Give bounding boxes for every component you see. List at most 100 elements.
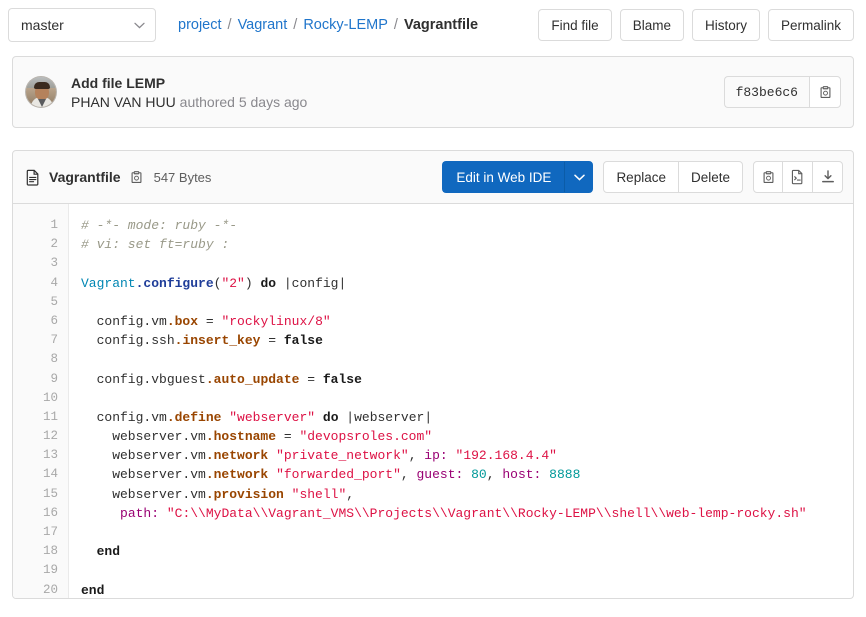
- code-line: webserver.vm.hostname = "devopsroles.com…: [81, 427, 853, 446]
- code-token: "shell": [291, 486, 347, 502]
- commit-author[interactable]: PHAN VAN HUU: [71, 94, 176, 110]
- code-token: # -*- mode: ruby -*-: [81, 218, 238, 233]
- breadcrumb-item-project[interactable]: project: [178, 17, 222, 33]
- breadcrumb: project / Vagrant / Rocky-LEMP / Vagrantfile: [178, 17, 478, 33]
- code-token: =: [198, 313, 222, 329]
- copy-file-contents-button[interactable]: [753, 161, 783, 193]
- line-number[interactable]: 11: [13, 408, 58, 427]
- code-token: .hostname: [205, 429, 277, 445]
- file-size: 547 Bytes: [153, 169, 212, 185]
- commit-message[interactable]: Add file LEMP: [71, 75, 307, 91]
- code-token: config: [81, 313, 144, 329]
- breadcrumb-item-vagrant[interactable]: Vagrant: [238, 17, 288, 33]
- code-line: webserver.vm.network "private_network", …: [81, 446, 853, 465]
- code-token: 8888: [549, 467, 581, 483]
- top-actions: Find file Blame History Permalink: [538, 9, 854, 41]
- delete-button[interactable]: Delete: [678, 161, 743, 193]
- line-number[interactable]: 15: [13, 485, 58, 504]
- code-token: "private_network": [276, 448, 409, 464]
- code-line: config.ssh.insert_key = false: [81, 331, 853, 350]
- copy-sha-button[interactable]: [809, 76, 841, 108]
- code-token: .vm: [182, 448, 206, 464]
- code-token: "rockylinux/8": [221, 313, 331, 329]
- code-token: "192.168.4.4": [455, 448, 557, 464]
- breadcrumb-separator: /: [293, 17, 298, 33]
- file-utility-group: [753, 161, 843, 193]
- edit-in-web-ide-button[interactable]: Edit in Web IDE: [442, 161, 566, 193]
- code-token: ,: [400, 467, 417, 483]
- code-token: |config|: [276, 275, 347, 291]
- branch-selector-label: master: [21, 17, 64, 33]
- line-number[interactable]: 14: [13, 465, 58, 484]
- breadcrumb-item-rocky-lemp[interactable]: Rocky-LEMP: [303, 17, 388, 33]
- line-number[interactable]: 18: [13, 542, 58, 561]
- commit-sha-group: f83be6c6: [723, 76, 841, 108]
- blame-button[interactable]: Blame: [619, 9, 684, 41]
- code-token: end: [81, 544, 121, 560]
- line-number[interactable]: 20: [13, 581, 58, 598]
- line-number[interactable]: 7: [13, 331, 58, 350]
- code-token: config: [81, 333, 144, 349]
- code-content[interactable]: # -*- mode: ruby -*- # vi: set ft=ruby : …: [69, 204, 853, 598]
- code-token: false: [322, 371, 362, 387]
- document-icon: [25, 169, 41, 186]
- commit-sha[interactable]: f83be6c6: [723, 76, 809, 108]
- replace-button[interactable]: Replace: [603, 161, 679, 193]
- line-number[interactable]: 6: [13, 312, 58, 331]
- line-number[interactable]: 12: [13, 427, 58, 446]
- line-number[interactable]: 19: [13, 561, 58, 580]
- history-button[interactable]: History: [691, 9, 760, 41]
- code-token: "devopsroles.com": [299, 429, 433, 445]
- branch-selector[interactable]: master: [8, 8, 156, 42]
- line-number[interactable]: 3: [13, 254, 58, 273]
- code-line: Vagrant.configure("2") do |config|: [81, 274, 853, 293]
- code-token: .vm: [182, 429, 206, 445]
- code-token: "C:\\MyData\\Vagrant_VMS\\Projects\\Vagr…: [166, 505, 807, 521]
- code-line: config.vm.box = "rockylinux/8": [81, 312, 853, 331]
- file-modify-group: Replace Delete: [603, 161, 743, 193]
- avatar[interactable]: [25, 76, 57, 108]
- code-token: =: [276, 429, 300, 445]
- code-line: end: [81, 542, 853, 561]
- code-token: .provision: [205, 486, 284, 502]
- download-button[interactable]: [813, 161, 843, 193]
- line-number[interactable]: 1: [13, 216, 58, 235]
- commit-text: Add file LEMP PHAN VAN HUU authored 5 da…: [71, 75, 307, 110]
- line-number[interactable]: 5: [13, 293, 58, 312]
- find-file-button[interactable]: Find file: [538, 9, 612, 41]
- line-number[interactable]: 4: [13, 274, 58, 293]
- edit-options-dropdown-button[interactable]: [565, 161, 594, 193]
- clipboard-icon: [818, 85, 833, 100]
- line-number[interactable]: 2: [13, 235, 58, 254]
- line-number[interactable]: 13: [13, 446, 58, 465]
- code-token: .network: [205, 467, 269, 483]
- code-token: .vbguest: [143, 371, 206, 387]
- line-number[interactable]: 17: [13, 523, 58, 542]
- code-token: "webserver": [229, 409, 316, 425]
- line-number[interactable]: 8: [13, 350, 58, 369]
- file-identity: Vagrantfile 547 Bytes: [25, 169, 211, 186]
- code-line: webserver.vm.provision "shell",: [81, 485, 853, 504]
- code-token: webserver: [81, 467, 183, 483]
- code-token: # vi: set ft=ruby :: [81, 237, 230, 253]
- open-raw-button[interactable]: [783, 161, 813, 193]
- code-token: do: [260, 275, 277, 291]
- code-token: ,: [486, 467, 503, 483]
- code-token: guest:: [416, 467, 464, 483]
- breadcrumb-item-vagrantfile: Vagrantfile: [403, 17, 479, 33]
- copy-file-path-button[interactable]: [129, 170, 144, 185]
- permalink-button[interactable]: Permalink: [767, 9, 854, 41]
- line-number[interactable]: 9: [13, 370, 58, 389]
- line-number[interactable]: 10: [13, 389, 58, 408]
- line-number[interactable]: 16: [13, 504, 58, 523]
